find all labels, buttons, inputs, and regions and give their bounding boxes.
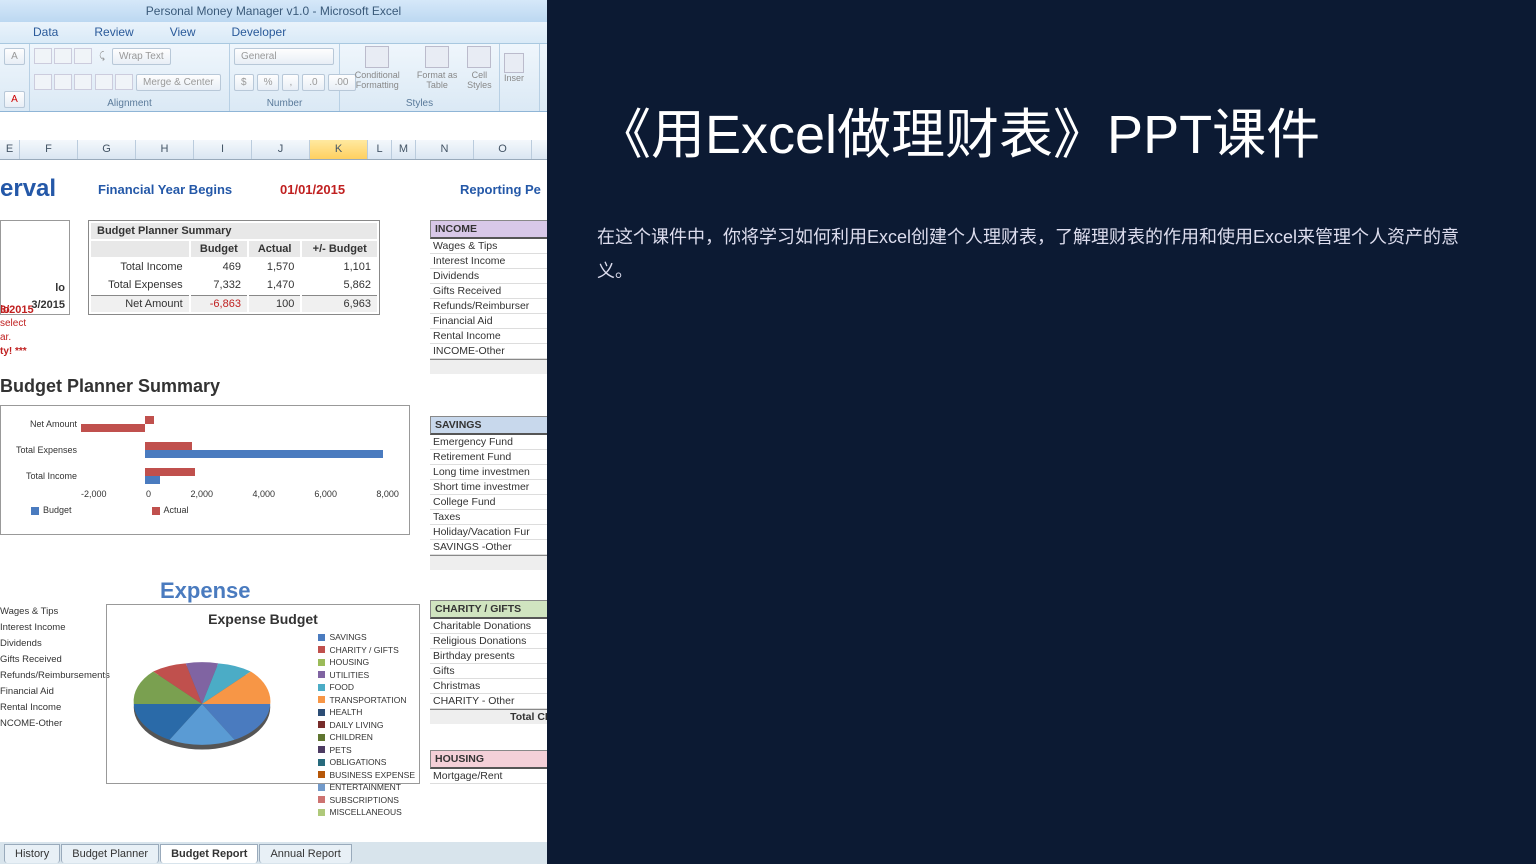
tab-annual-report[interactable]: Annual Report [259, 844, 351, 863]
group-number: Number [234, 98, 335, 109]
orient-icon[interactable]: ⤹ [95, 51, 109, 62]
ar-text: ar. [0, 332, 11, 343]
format-table-button[interactable]: Format as Table [414, 46, 461, 90]
font-color-icon[interactable]: A [4, 91, 25, 108]
group-alignment: Alignment [34, 98, 225, 109]
col-f[interactable]: F [20, 140, 78, 159]
comma-icon[interactable]: , [282, 74, 299, 91]
menu-developer[interactable]: Developer [214, 22, 305, 43]
menubar: Data Review View Developer [0, 22, 547, 44]
insert-button[interactable]: Inser [504, 53, 524, 83]
wrap-text-button[interactable]: Wrap Text [112, 48, 171, 65]
fy-begins-label: Financial Year Begins [98, 182, 232, 197]
number-format-select[interactable]: General [234, 48, 334, 65]
menu-data[interactable]: Data [15, 22, 76, 43]
col-g[interactable]: G [78, 140, 136, 159]
align-bot-icon[interactable] [74, 48, 92, 64]
savings-box: SAVINGS Emergency Fund Retirement Fund L… [430, 416, 547, 570]
chart-title: Budget Planner Summary [0, 376, 220, 397]
expense-pie-chart: Expense Budget SAVINGS CHARITY / GIFTS H… [106, 604, 420, 784]
align-mid-icon[interactable] [54, 48, 72, 64]
col-k[interactable]: K [310, 140, 368, 159]
pie-legend: SAVINGS CHARITY / GIFTS HOUSING UTILITIE… [318, 631, 415, 819]
income-box: INCOME Wages & Tips Interest Income Divi… [430, 220, 547, 374]
menu-view[interactable]: View [152, 22, 214, 43]
slide-body: 在这个课件中，你将学习如何利用Excel创建个人理财表，了解理财表的作用和使用E… [597, 220, 1486, 288]
interval-label: erval [0, 175, 56, 203]
column-headers: E F G H I J K L M N O [0, 140, 547, 160]
income-cat-list: Wages & Tips Interest Income Dividends G… [0, 604, 110, 732]
col-l[interactable]: L [368, 140, 392, 159]
col-j[interactable]: J [252, 140, 310, 159]
merge-center-button[interactable]: Merge & Center [136, 74, 221, 91]
window-title: Personal Money Manager v1.0 - Microsoft … [0, 0, 547, 22]
bps-title: Budget Planner Summary [91, 223, 377, 239]
align-top-icon[interactable] [34, 48, 52, 64]
percent-icon[interactable]: % [257, 74, 280, 91]
tab-budget-report[interactable]: Budget Report [160, 844, 258, 863]
reporting-period-label: Reporting Pe [460, 182, 541, 197]
fy-date: 01/01/2015 [280, 182, 345, 197]
col-n[interactable]: N [416, 140, 474, 159]
charity-box: CHARITY / GIFTS Charitable Donations Rel… [430, 600, 547, 724]
col-m[interactable]: M [392, 140, 416, 159]
slide-title: 《用Excel做理财表》PPT课件 [597, 100, 1486, 170]
indent-dec-icon[interactable] [95, 74, 113, 90]
align-center-icon[interactable] [54, 74, 72, 90]
font-grow-icon[interactable]: A [4, 48, 25, 65]
housing-box: HOUSING Mortgage/Rent [430, 750, 547, 784]
cell-styles-button[interactable]: Cell Styles [464, 46, 495, 90]
tab-history[interactable]: History [4, 844, 60, 863]
expense-title: Expense [160, 578, 251, 604]
currency-icon[interactable]: $ [234, 74, 254, 91]
dec-inc-icon[interactable]: .0 [302, 74, 324, 91]
indent-inc-icon[interactable] [115, 74, 133, 90]
excel-screenshot: Personal Money Manager v1.0 - Microsoft … [0, 0, 547, 864]
sheet-tabs: History Budget Planner Budget Report Ann… [0, 842, 547, 864]
slide-content: 《用Excel做理财表》PPT课件 在这个课件中，你将学习如何利用Excel创建… [547, 0, 1536, 864]
select-text: select [0, 318, 26, 329]
group-styles: Styles [344, 98, 495, 109]
col-e[interactable]: E [0, 140, 20, 159]
menu-review[interactable]: Review [76, 22, 151, 43]
bar-chart: Net Amount Total Expenses Total Income -… [0, 405, 410, 535]
cond-format-button[interactable]: Conditional Formatting [344, 46, 411, 90]
align-left-icon[interactable] [34, 74, 52, 90]
budget-summary-table: Budget Planner Summary BudgetActual+/- B… [88, 220, 380, 315]
ribbon: A A ⤹Wrap Text Merge & Center Alignment … [0, 44, 547, 112]
tab-budget-planner[interactable]: Budget Planner [61, 844, 159, 863]
ty-text: ty! *** [0, 346, 27, 357]
align-right-icon[interactable] [74, 74, 92, 90]
worksheet: erval Financial Year Begins 01/01/2015 R… [0, 160, 547, 800]
col-h[interactable]: H [136, 140, 194, 159]
col-o[interactable]: O [474, 140, 532, 159]
col-i[interactable]: I [194, 140, 252, 159]
